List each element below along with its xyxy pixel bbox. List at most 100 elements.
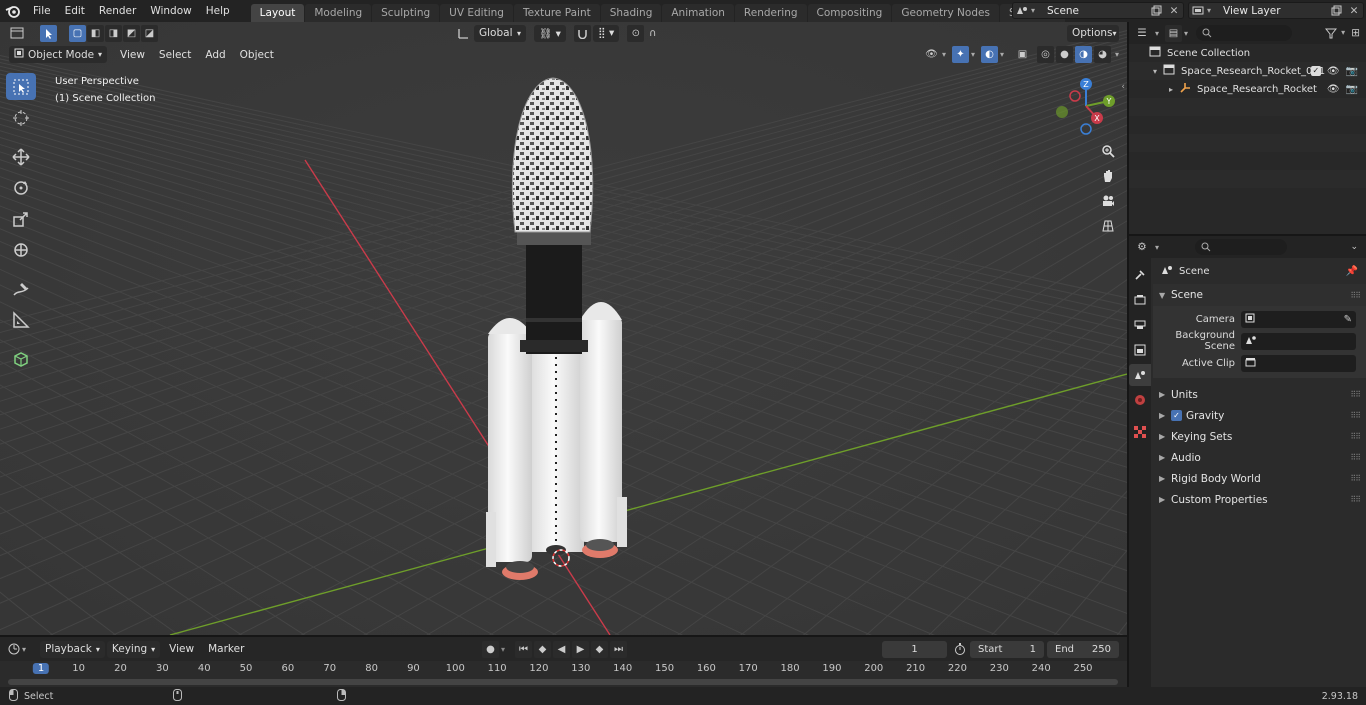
close-view-layer-icon[interactable]: ✕ (1345, 2, 1363, 19)
display-mode-icon[interactable]: ▤ (1165, 24, 1183, 42)
drag-handle-icon[interactable]: ⠿⠿ (1350, 474, 1361, 483)
viewport-menu-add[interactable]: Add (198, 44, 232, 66)
background-scene-field[interactable] (1241, 332, 1356, 350)
select-tool-icon[interactable] (40, 24, 57, 42)
tab-texture-paint[interactable]: Texture Paint (513, 4, 600, 22)
menu-window[interactable]: Window (143, 0, 198, 22)
timeline-menu-view[interactable]: View (162, 638, 201, 660)
eye-icon[interactable]: 👁 (1327, 66, 1340, 77)
panel-gravity[interactable]: ▶ ✓ Gravity ⠿⠿ (1153, 405, 1366, 426)
outliner-editor-icon[interactable]: ☰ (1129, 27, 1155, 39)
tab-shading[interactable]: Shading (600, 4, 662, 22)
scale-tool[interactable] (6, 205, 36, 232)
filter-icon[interactable]: ▾ (1325, 28, 1345, 39)
expand-arrow-icon[interactable]: ▸ (1169, 85, 1179, 94)
start-frame-field[interactable]: Start 1 (970, 641, 1044, 658)
drag-handle-icon[interactable]: ⠿⠿ (1350, 432, 1361, 441)
timeline-scrollbar[interactable] (8, 679, 1118, 685)
measure-tool[interactable] (6, 306, 36, 333)
add-cube-tool[interactable] (6, 345, 36, 372)
scene-tab-icon[interactable] (1129, 364, 1151, 386)
solid-shading-icon[interactable]: ● (1055, 46, 1073, 63)
panel-audio[interactable]: ▶ Audio ⠿⠿ (1153, 447, 1366, 468)
timeline-menu-marker[interactable]: Marker (201, 638, 251, 660)
viewport-menu-view[interactable]: View (113, 44, 152, 66)
drag-handle-icon[interactable]: ⠿⠿ (1350, 390, 1361, 399)
panel-rigid-body-world[interactable]: ▶ Rigid Body World ⠿⠿ (1153, 468, 1366, 489)
tab-uv-editing[interactable]: UV Editing (440, 4, 513, 22)
tab-animation[interactable]: Animation (662, 4, 734, 22)
tab-sculpting[interactable]: Sculpting (372, 4, 440, 22)
material-shading-icon[interactable]: ◑ (1074, 46, 1092, 63)
new-collection-icon[interactable]: ⊞ (1351, 27, 1360, 39)
menu-render[interactable]: Render (92, 0, 143, 22)
output-tab-icon[interactable] (1129, 314, 1151, 336)
drag-handle-icon[interactable]: ⠿⠿ (1350, 495, 1361, 504)
editor-type-icon[interactable] (0, 27, 34, 39)
view-layer-name[interactable]: View Layer (1217, 5, 1327, 17)
select-subtract-icon[interactable]: ◨ (105, 24, 122, 42)
cursor-tool[interactable] (6, 104, 36, 131)
active-clip-field[interactable] (1241, 354, 1356, 372)
view-layer-tab-icon[interactable] (1129, 339, 1151, 361)
tool-tab-icon[interactable] (1129, 264, 1151, 286)
view-layer-selector[interactable]: ▾ View Layer ✕ (1188, 2, 1364, 19)
tab-layout[interactable]: Layout (250, 4, 305, 22)
current-frame-field[interactable]: 1 (882, 641, 947, 658)
zoom-icon[interactable] (1097, 140, 1119, 162)
panel-custom-properties[interactable]: ▶ Custom Properties ⠿⠿ (1153, 489, 1366, 510)
rotate-tool[interactable] (6, 174, 36, 201)
sidebar-toggle-icon[interactable]: ‹ (1121, 82, 1125, 92)
tab-compositing[interactable]: Compositing (807, 4, 892, 22)
camera-icon[interactable]: 📷 (1346, 84, 1358, 95)
camera-icon[interactable]: 📷 (1346, 66, 1358, 77)
rendered-shading-icon[interactable]: ◕ (1093, 46, 1111, 63)
record-icon[interactable]: ● (482, 640, 499, 658)
stopwatch-icon[interactable] (954, 643, 966, 658)
checkbox-icon[interactable]: ✓ (1310, 65, 1321, 76)
select-invert-icon[interactable]: ◩ (123, 24, 140, 42)
properties-editor-icon[interactable]: ⚙ (1129, 241, 1155, 253)
eyedropper-icon[interactable]: ✎ (1344, 314, 1352, 325)
jump-end-icon[interactable]: ⏭ (610, 640, 628, 658)
pivot-point-dropdown[interactable]: ⛓ ▾ (534, 24, 566, 42)
current-frame-marker[interactable]: 1 (32, 663, 50, 674)
gizmo-toggle-icon[interactable]: ✦ (951, 46, 969, 63)
copy-scene-icon[interactable] (1147, 2, 1165, 19)
panel-units[interactable]: ▶ Units ⠿⠿ (1153, 384, 1366, 405)
properties-options-dropdown[interactable]: ⌄ (1350, 242, 1358, 252)
prev-keyframe-icon[interactable]: ◆ (534, 640, 552, 658)
outliner-row-rocket-collection[interactable]: ▾ Space_Research_Rocket_001 ✓ 👁 📷 (1129, 62, 1366, 80)
tab-modeling[interactable]: Modeling (305, 4, 372, 22)
outliner-search-input[interactable] (1196, 25, 1293, 41)
drag-handle-icon[interactable]: ⠿⠿ (1350, 411, 1361, 420)
wireframe-shading-icon[interactable]: ◎ (1036, 46, 1054, 63)
3d-viewport[interactable]: ▢ ◧ ◨ ◩ ◪ Global▾ ⛓ ▾ ⣿ ▾ ⊙ ∩ Options▾ (0, 22, 1127, 635)
pan-hand-icon[interactable] (1097, 165, 1119, 187)
jump-start-icon[interactable]: ⏮ (515, 640, 533, 658)
options-dropdown[interactable]: Options ▾ (1067, 24, 1119, 42)
tab-geometry-nodes[interactable]: Geometry Nodes (892, 4, 999, 22)
outliner-row-rocket-object[interactable]: ▸ Space_Research_Rocket 👁 📷 (1129, 80, 1366, 98)
scene-name[interactable]: Scene (1041, 5, 1147, 17)
next-keyframe-icon[interactable]: ◆ (591, 640, 609, 658)
transform-orientation-dropdown[interactable]: Global ▾ (474, 24, 526, 42)
move-tool[interactable] (6, 143, 36, 170)
blender-logo-icon[interactable] (0, 0, 26, 22)
navigation-gizmo[interactable]: Z Y X (1052, 74, 1124, 140)
pin-icon[interactable]: 📌 (1346, 266, 1358, 277)
expand-arrow-icon[interactable]: ▾ (1153, 67, 1163, 76)
eye-icon[interactable]: 👁 (1327, 84, 1340, 95)
select-extend-icon[interactable]: ◧ (87, 24, 104, 42)
camera-field[interactable]: ✎ (1241, 310, 1356, 328)
scene-selector[interactable]: ▾ Scene ✕ (1012, 2, 1184, 19)
overlay-toggle-icon[interactable]: ◐ (980, 46, 998, 63)
end-frame-field[interactable]: End 250 (1047, 641, 1119, 658)
falloff-icon[interactable]: ∩ (644, 25, 661, 42)
copy-view-layer-icon[interactable] (1327, 2, 1345, 19)
viewport-menu-object[interactable]: Object (233, 44, 281, 66)
snap-icon[interactable] (573, 24, 591, 42)
panel-scene-header[interactable]: ▼ Scene ⠿⠿ (1153, 284, 1366, 306)
playback-dropdown[interactable]: Playback ▾ (40, 640, 105, 658)
keying-dropdown[interactable]: Keying ▾ (106, 640, 161, 658)
